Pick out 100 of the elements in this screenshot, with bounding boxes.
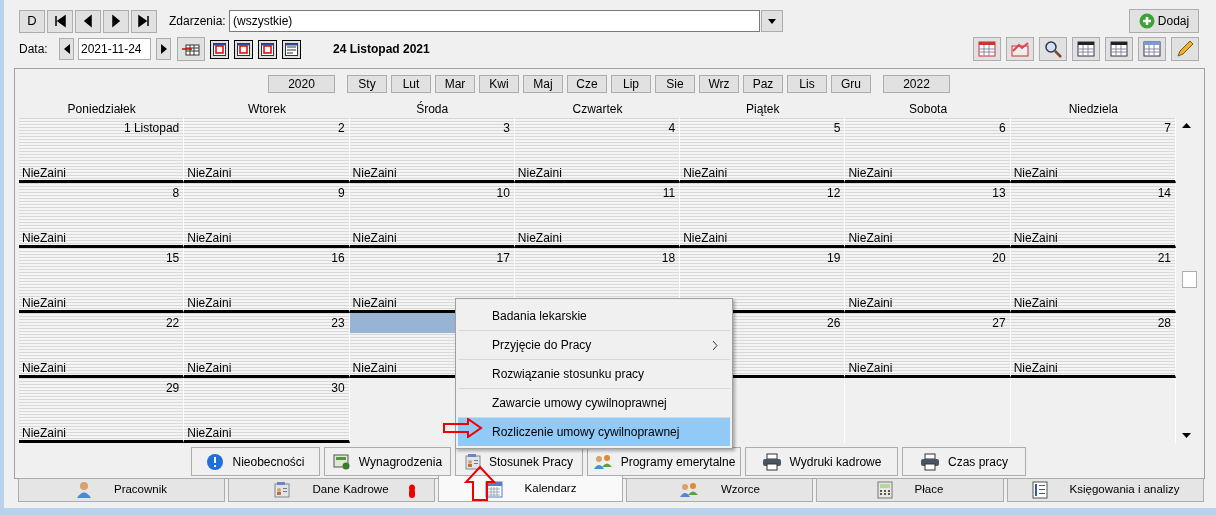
- section-button[interactable]: Nieobecności: [191, 447, 320, 476]
- next-year-button[interactable]: 2022: [883, 75, 950, 93]
- day-cell[interactable]: 12 NieZaini: [680, 183, 846, 248]
- day-cell[interactable]: 19: [680, 248, 846, 313]
- day-note: NieZaini: [21, 166, 67, 180]
- month-button[interactable]: Mar: [435, 75, 475, 93]
- month-button[interactable]: Lut: [391, 75, 431, 93]
- month-button[interactable]: Sie: [655, 75, 695, 93]
- day-cell[interactable]: 1 Listopad NieZaini: [19, 118, 185, 183]
- day-note: NieZaini: [1012, 296, 1059, 310]
- day-cell[interactable]: 27 NieZaini: [845, 313, 1011, 378]
- pencil-icon: [1176, 40, 1194, 58]
- drop-icon: [408, 484, 416, 498]
- section-button[interactable]: Programy emerytalne: [587, 447, 741, 476]
- day-note: NieZaini: [847, 361, 894, 375]
- previous-year-button[interactable]: 2020: [268, 75, 335, 93]
- day-cell[interactable]: 7 NieZaini: [1010, 118, 1176, 183]
- day-cell[interactable]: 30 NieZaini: [184, 378, 350, 443]
- month-button[interactable]: Gru: [831, 75, 871, 93]
- month-view-button[interactable]: [258, 39, 277, 59]
- next-button[interactable]: [103, 9, 129, 33]
- tab[interactable]: Pracownik: [18, 478, 225, 502]
- month-button[interactable]: Sty: [347, 75, 387, 93]
- day-number: 5: [833, 120, 841, 137]
- month-button[interactable]: Maj: [523, 75, 563, 93]
- day-number: 12: [827, 185, 841, 202]
- day-number: 7: [1164, 120, 1171, 137]
- month-button[interactable]: Lip: [611, 75, 651, 93]
- menu-item[interactable]: Przyjęcie do Pracy: [458, 330, 730, 359]
- month-button[interactable]: Lis: [787, 75, 827, 93]
- day-number: 29: [165, 380, 180, 397]
- day-note: NieZaini: [351, 231, 398, 245]
- previous-button[interactable]: [75, 9, 101, 33]
- day-cell[interactable]: 3 NieZaini: [349, 118, 515, 183]
- tab[interactable]: Kalendarz: [438, 476, 623, 502]
- scroll-thumb[interactable]: [1182, 271, 1197, 288]
- previous-day-button[interactable]: [59, 38, 74, 60]
- day-cell[interactable]: 16 NieZaini: [184, 248, 350, 313]
- first-button[interactable]: D: [19, 9, 45, 33]
- triangle-left-icon: [63, 44, 70, 54]
- day-number: 11: [662, 185, 676, 202]
- day-number: 1 Listopad: [123, 120, 180, 137]
- tab[interactable]: Dane Kadrowe: [228, 478, 435, 502]
- menu-item[interactable]: Rozwiązanie stosunku pracy: [458, 359, 730, 388]
- day-cell[interactable]: 15 NieZaini: [19, 248, 185, 313]
- week-view-button[interactable]: [234, 39, 253, 59]
- day-cell[interactable]: 4 NieZaini: [514, 118, 681, 183]
- go-to-date-button[interactable]: [177, 37, 205, 61]
- day-number: 21: [1157, 250, 1171, 267]
- people-icon: [592, 453, 613, 470]
- section-button[interactable]: Wynagrodzenia: [324, 447, 451, 476]
- tab[interactable]: Wzorce: [626, 478, 813, 502]
- add-button[interactable]: Dodaj: [1129, 9, 1199, 33]
- tab[interactable]: Księgowania i analizy: [1007, 478, 1204, 502]
- chevron-right-icon: [713, 340, 718, 350]
- day-cell[interactable]: 13 NieZaini: [845, 183, 1011, 248]
- day-cell[interactable]: 9 NieZaini: [184, 183, 350, 248]
- menu-item[interactable]: Rozliczenie umowy cywilnoprawnej: [458, 417, 730, 446]
- day-cell[interactable]: 6 NieZaini: [845, 118, 1011, 183]
- toolbar-button[interactable]: [1105, 37, 1133, 61]
- day-number: 13: [992, 185, 1006, 202]
- search-icon: [1044, 40, 1062, 58]
- id-card-icon: [464, 453, 481, 470]
- first-button[interactable]: [47, 9, 73, 33]
- day-number: 15: [165, 250, 180, 267]
- day-cell[interactable]: 29 NieZaini: [19, 378, 185, 443]
- day-note: NieZaini: [21, 361, 67, 375]
- section-button[interactable]: Stosunek Pracy: [455, 447, 583, 476]
- day-cell[interactable]: 8 NieZaini: [19, 183, 185, 248]
- section-button[interactable]: Czas pracy: [902, 447, 1026, 476]
- calendar-icon: [1110, 41, 1128, 57]
- toolbar-button[interactable]: [1039, 37, 1067, 61]
- skip-forward-icon: [137, 14, 151, 28]
- day-cell[interactable]: 21 NieZaini: [1010, 248, 1176, 313]
- day-cell[interactable]: 14 NieZaini: [1010, 183, 1176, 248]
- day-cell[interactable]: 22 NieZaini: [19, 313, 185, 378]
- month-button[interactable]: Paz: [743, 75, 783, 93]
- chart-icon: [1011, 41, 1029, 57]
- day-cell[interactable]: 10 NieZaini: [349, 183, 515, 248]
- day-view-button[interactable]: [210, 39, 229, 59]
- day-cell[interactable]: 23 NieZaini: [184, 313, 350, 378]
- month-button[interactable]: Cze: [567, 75, 607, 93]
- next-day-button[interactable]: [156, 38, 171, 60]
- day-cell[interactable]: 5 NieZaini: [680, 118, 846, 183]
- month-button[interactable]: Wrz: [699, 75, 739, 93]
- day-note: NieZaini: [682, 231, 729, 245]
- day-cell[interactable]: 2 NieZaini: [184, 118, 350, 183]
- month-button[interactable]: Kwi: [479, 75, 519, 93]
- last-button[interactable]: [131, 9, 157, 33]
- toolbar-button[interactable]: [1072, 37, 1100, 61]
- day-cell[interactable]: 20 NieZaini: [845, 248, 1011, 313]
- day-cell[interactable]: 28 NieZaini: [1010, 313, 1176, 378]
- calendar-icon: [978, 41, 996, 57]
- day-note: NieZaini: [186, 361, 233, 375]
- day-cell[interactable]: 11 NieZaini: [514, 183, 681, 248]
- date-field[interactable]: 2021-11-24: [78, 38, 151, 60]
- section-button[interactable]: Wydruki kadrowe: [745, 447, 898, 476]
- tab[interactable]: Płace: [816, 478, 1004, 502]
- list-view-button[interactable]: [282, 39, 301, 59]
- weekday-header: Sobota: [908, 100, 949, 118]
